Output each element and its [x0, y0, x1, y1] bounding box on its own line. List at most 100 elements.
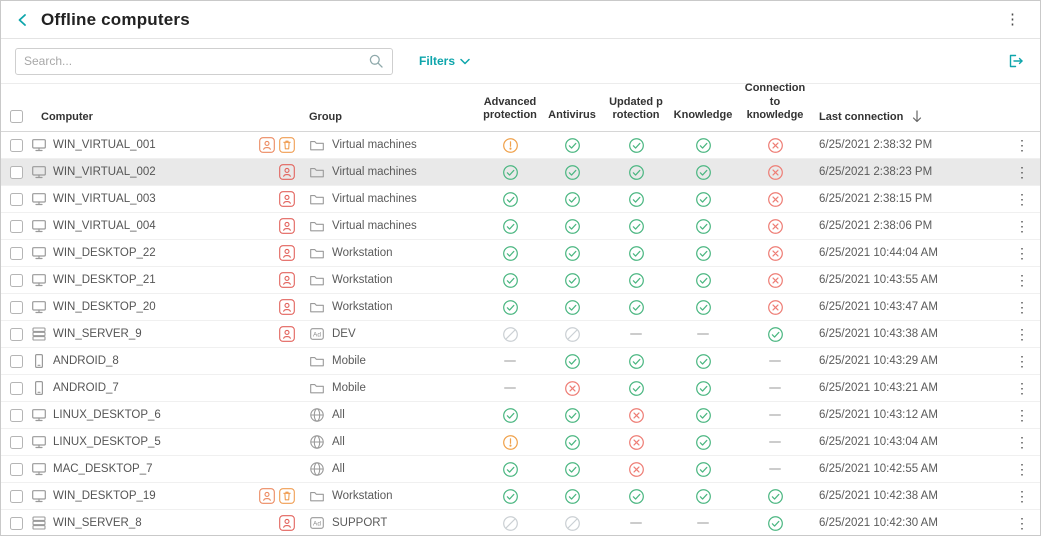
filters-button[interactable]: Filters [419, 54, 470, 68]
computer-name[interactable]: ANDROID_7 [53, 382, 119, 394]
row-checkbox[interactable] [10, 409, 23, 422]
row-checkbox[interactable] [10, 139, 23, 152]
row-checkbox[interactable] [10, 436, 23, 449]
row-menu-button[interactable]: ⋮ [1009, 487, 1035, 505]
checkbox-cell [1, 355, 31, 368]
column-header-antivirus[interactable]: Antivirus [543, 109, 601, 123]
row-checkbox[interactable] [10, 382, 23, 395]
status-disabled-icon [564, 326, 581, 343]
column-header-knowledge[interactable]: Knowledge [671, 109, 735, 123]
user-badge-icon [279, 515, 295, 531]
page-menu-button[interactable]: ⋮ [999, 10, 1026, 29]
computer-name[interactable]: WIN_VIRTUAL_002 [53, 166, 156, 178]
computer-name[interactable]: WIN_DESKTOP_21 [53, 274, 156, 286]
search-box[interactable] [15, 48, 393, 75]
table-row[interactable]: ANDROID_8Mobile6/25/2021 10:43:29 AM⋮ [1, 348, 1040, 375]
computer-name[interactable]: MAC_DESKTOP_7 [53, 463, 153, 475]
computer-name[interactable]: LINUX_DESKTOP_6 [53, 409, 161, 421]
computer-name[interactable]: WIN_SERVER_9 [53, 328, 142, 340]
row-menu-button[interactable]: ⋮ [1009, 460, 1035, 478]
globe-icon [309, 434, 325, 450]
computer-name[interactable]: WIN_DESKTOP_20 [53, 301, 156, 313]
row-menu-button[interactable]: ⋮ [1009, 514, 1035, 532]
column-header-updated-protection[interactable]: Updated protection [601, 96, 671, 124]
status-ok-icon [564, 191, 581, 208]
row-checkbox[interactable] [10, 328, 23, 341]
row-checkbox[interactable] [10, 247, 23, 260]
table-row[interactable]: WIN_DESKTOP_19Workstation6/25/2021 10:42… [1, 483, 1040, 510]
status-cell [735, 488, 815, 505]
search-input[interactable] [24, 54, 368, 68]
row-menu-button[interactable]: ⋮ [1009, 244, 1035, 262]
globe-icon [309, 461, 325, 477]
row-menu-button[interactable]: ⋮ [1009, 433, 1035, 451]
status-cell [735, 387, 815, 389]
sort-descending-icon[interactable] [912, 110, 922, 123]
folder-icon [309, 353, 325, 369]
row-checkbox[interactable] [10, 220, 23, 233]
user-badge-icon [279, 191, 295, 207]
computer-name[interactable]: ANDROID_8 [53, 355, 119, 367]
row-menu-button[interactable]: ⋮ [1009, 271, 1035, 289]
computer-name[interactable]: LINUX_DESKTOP_5 [53, 436, 161, 448]
column-header-last-connection[interactable]: Last connection [815, 110, 1004, 123]
table-row[interactable]: WIN_VIRTUAL_004Virtual machines6/25/2021… [1, 213, 1040, 240]
table-row[interactable]: WIN_VIRTUAL_002Virtual machines6/25/2021… [1, 159, 1040, 186]
column-header-connection-to-knowledge[interactable]: Connection to knowledge [735, 82, 815, 123]
row-checkbox[interactable] [10, 193, 23, 206]
column-header-group[interactable]: Group [299, 111, 477, 123]
computer-name[interactable]: WIN_DESKTOP_22 [53, 247, 156, 259]
row-checkbox[interactable] [10, 274, 23, 287]
group-cell: Virtual machines [299, 164, 477, 180]
computer-name[interactable]: WIN_VIRTUAL_003 [53, 193, 156, 205]
row-menu-button[interactable]: ⋮ [1009, 325, 1035, 343]
status-disabled-icon [502, 515, 519, 532]
table-row[interactable]: WIN_SERVER_9AdDEV6/25/2021 10:43:38 AM⋮ [1, 321, 1040, 348]
column-header-advanced-protection[interactable]: Advanced protection [477, 96, 543, 124]
row-menu-button[interactable]: ⋮ [1009, 352, 1035, 370]
row-menu-button[interactable]: ⋮ [1009, 190, 1035, 208]
row-checkbox[interactable] [10, 490, 23, 503]
status-ok-icon [695, 407, 712, 424]
export-icon [1006, 51, 1026, 71]
row-checkbox[interactable] [10, 517, 23, 530]
row-checkbox[interactable] [10, 166, 23, 179]
row-checkbox[interactable] [10, 463, 23, 476]
row-checkbox[interactable] [10, 301, 23, 314]
status-cell [477, 272, 543, 289]
table-row[interactable]: WIN_DESKTOP_22Workstation6/25/2021 10:44… [1, 240, 1040, 267]
table-row[interactable]: WIN_DESKTOP_20Workstation6/25/2021 10:43… [1, 294, 1040, 321]
back-button[interactable] [15, 12, 31, 28]
group-name: All [332, 409, 345, 421]
table-row[interactable]: LINUX_DESKTOP_5All6/25/2021 10:43:04 AM⋮ [1, 429, 1040, 456]
row-menu-button[interactable]: ⋮ [1009, 298, 1035, 316]
row-menu-button[interactable]: ⋮ [1009, 406, 1035, 424]
table-row[interactable]: WIN_DESKTOP_21Workstation6/25/2021 10:43… [1, 267, 1040, 294]
select-all-checkbox[interactable] [10, 110, 23, 123]
row-menu-button[interactable]: ⋮ [1009, 217, 1035, 235]
status-cell [477, 326, 543, 343]
status-ok-icon [695, 245, 712, 262]
table-row[interactable]: MAC_DESKTOP_7All6/25/2021 10:42:55 AM⋮ [1, 456, 1040, 483]
table-row[interactable]: WIN_VIRTUAL_003Virtual machines6/25/2021… [1, 186, 1040, 213]
table-row[interactable]: ANDROID_7Mobile6/25/2021 10:43:21 AM⋮ [1, 375, 1040, 402]
row-menu-button[interactable]: ⋮ [1009, 163, 1035, 181]
export-button[interactable] [1006, 51, 1026, 71]
column-header-computer[interactable]: Computer [31, 111, 299, 123]
user-badge-icon [279, 218, 295, 234]
table-row[interactable]: WIN_SERVER_8AdSUPPORT6/25/2021 10:42:30 … [1, 510, 1040, 535]
row-menu-button[interactable]: ⋮ [1009, 379, 1035, 397]
status-cell [601, 137, 671, 154]
computer-name[interactable]: WIN_VIRTUAL_001 [53, 139, 156, 151]
desktop-icon [31, 164, 47, 180]
status-error-icon [628, 407, 645, 424]
row-checkbox[interactable] [10, 355, 23, 368]
row-menu-button[interactable]: ⋮ [1009, 136, 1035, 154]
computer-name[interactable]: WIN_VIRTUAL_004 [53, 220, 156, 232]
computer-name[interactable]: WIN_SERVER_8 [53, 517, 142, 529]
computer-name[interactable]: WIN_DESKTOP_19 [53, 490, 156, 502]
status-cell [601, 434, 671, 451]
checkbox-cell [1, 409, 31, 422]
table-row[interactable]: LINUX_DESKTOP_6All6/25/2021 10:43:12 AM⋮ [1, 402, 1040, 429]
table-row[interactable]: WIN_VIRTUAL_001Virtual machines6/25/2021… [1, 132, 1040, 159]
